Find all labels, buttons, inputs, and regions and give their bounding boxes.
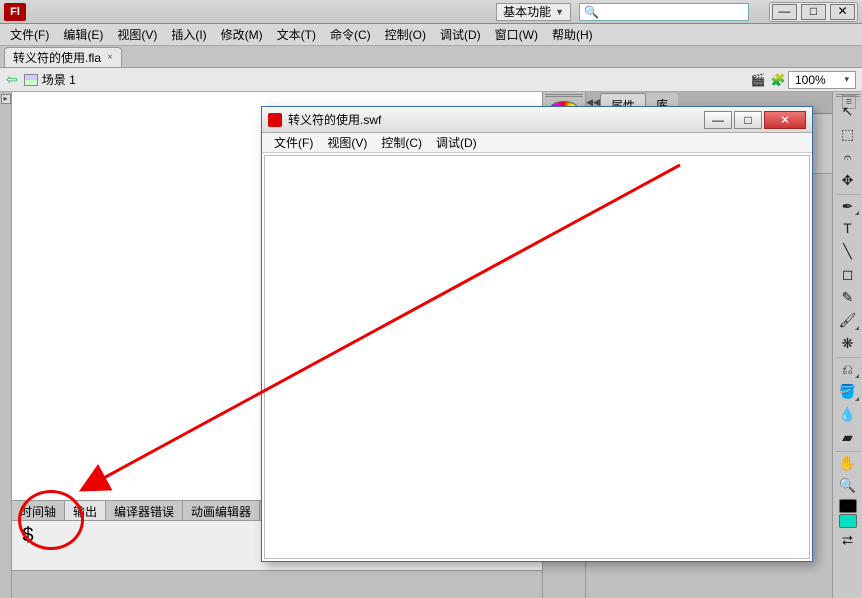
swf-titlebar[interactable]: 转义符的使用.swf — □ ✕ bbox=[262, 107, 812, 133]
maximize-button[interactable]: □ bbox=[801, 4, 826, 20]
search-icon: 🔍 bbox=[584, 5, 599, 19]
deco-tool-icon[interactable]: ❋ bbox=[836, 332, 860, 354]
tab-motion-editor[interactable]: 动画编辑器 bbox=[183, 501, 260, 520]
menu-window[interactable]: 窗口(W) bbox=[489, 24, 544, 45]
document-tab-title: 转义符的使用.fla bbox=[13, 49, 101, 66]
free-transform-tool-icon[interactable]: 𝄐 bbox=[836, 146, 860, 168]
close-icon[interactable]: × bbox=[107, 52, 113, 63]
line-tool-icon[interactable]: ╲ bbox=[836, 240, 860, 262]
text-tool-icon[interactable]: T bbox=[836, 217, 860, 239]
minimize-button[interactable]: — bbox=[772, 4, 797, 20]
menu-commands[interactable]: 命令(C) bbox=[324, 24, 377, 45]
swf-preview-window[interactable]: 转义符的使用.swf — □ ✕ 文件(F) 视图(V) 控制(C) 调试(D) bbox=[261, 106, 813, 562]
window-controls: — □ ✕ bbox=[769, 2, 858, 22]
swf-menu-debug[interactable]: 调试(D) bbox=[430, 133, 483, 152]
menu-view[interactable]: 视图(V) bbox=[111, 24, 163, 45]
menu-debug[interactable]: 调试(D) bbox=[434, 24, 487, 45]
document-tab-row: 转义符的使用.fla × bbox=[0, 46, 862, 68]
tab-timeline[interactable]: 时间轴 bbox=[12, 501, 65, 520]
menu-file[interactable]: 文件(F) bbox=[4, 24, 55, 45]
fill-color-swatch[interactable] bbox=[839, 514, 857, 528]
main-menubar: 文件(F) 编辑(E) 视图(V) 插入(I) 修改(M) 文本(T) 命令(C… bbox=[0, 24, 862, 46]
search-input[interactable]: 🔍 bbox=[579, 3, 749, 21]
swf-menu-view[interactable]: 视图(V) bbox=[321, 133, 373, 152]
tab-output[interactable]: 输出 bbox=[65, 501, 106, 520]
workspace-dropdown[interactable]: 基本功能 ▼ bbox=[496, 3, 571, 21]
bone-tool-icon[interactable]: ⎌ bbox=[836, 357, 860, 379]
eyedropper-tool-icon[interactable]: 💧 bbox=[836, 403, 860, 425]
menu-help[interactable]: 帮助(H) bbox=[546, 24, 599, 45]
swap-colors-icon[interactable]: ⮂ bbox=[836, 529, 860, 551]
swf-canvas bbox=[264, 155, 810, 559]
eraser-tool-icon[interactable]: ▰ bbox=[836, 426, 860, 448]
scene-label[interactable]: 场景 1 bbox=[42, 71, 76, 88]
status-bar bbox=[12, 570, 542, 598]
workspace-label: 基本功能 bbox=[503, 3, 551, 20]
subselection-tool-icon[interactable]: ⬚ bbox=[836, 123, 860, 145]
hand-tool-icon[interactable]: ✋ bbox=[836, 451, 860, 473]
selection-tool-icon[interactable]: ↖ bbox=[836, 100, 860, 122]
edit-bar: ⇦ 场景 1 🎬 🧩 100% ▾ bbox=[0, 68, 862, 92]
lasso-tool-icon[interactable]: ✥ bbox=[836, 169, 860, 191]
flash-logo: Fl bbox=[4, 3, 26, 21]
tab-compiler-errors[interactable]: 编译器错误 bbox=[106, 501, 183, 520]
swf-menu-file[interactable]: 文件(F) bbox=[268, 133, 319, 152]
paint-bucket-tool-icon[interactable]: 🪣 bbox=[836, 380, 860, 402]
back-arrow-icon[interactable]: ⇦ bbox=[6, 71, 18, 88]
collapse-left-icon[interactable]: ▸ bbox=[1, 94, 11, 104]
close-button[interactable]: ✕ bbox=[830, 4, 855, 20]
swf-menu-control[interactable]: 控制(C) bbox=[375, 133, 428, 152]
left-dock-strip[interactable]: ▸ bbox=[0, 92, 12, 598]
tools-panel: ↖ ⬚ 𝄐 ✥ ✒ T ╲ ◻ ✎ 🖌 ❋ ⎌ 🪣 💧 ▰ ✋ 🔍 ⮂ bbox=[832, 92, 862, 598]
app-titlebar: Fl 基本功能 ▼ 🔍 — □ ✕ bbox=[0, 0, 862, 24]
menu-insert[interactable]: 插入(I) bbox=[165, 24, 212, 45]
grip-icon[interactable] bbox=[545, 94, 583, 97]
edit-scene-icon[interactable]: 🎬 bbox=[750, 72, 766, 88]
pen-tool-icon[interactable]: ✒ bbox=[836, 194, 860, 216]
stroke-color-swatch[interactable] bbox=[839, 499, 857, 513]
swf-maximize-button[interactable]: □ bbox=[734, 111, 762, 129]
swf-minimize-button[interactable]: — bbox=[704, 111, 732, 129]
chevron-down-icon: ▼ bbox=[555, 7, 564, 17]
edit-symbol-icon[interactable]: 🧩 bbox=[770, 72, 786, 88]
swf-icon bbox=[268, 113, 282, 127]
swf-close-button[interactable]: ✕ bbox=[764, 111, 806, 129]
swf-menubar: 文件(F) 视图(V) 控制(C) 调试(D) bbox=[262, 133, 812, 153]
zoom-value: 100% bbox=[795, 73, 826, 87]
document-tab[interactable]: 转义符的使用.fla × bbox=[4, 47, 122, 67]
menu-control[interactable]: 控制(O) bbox=[379, 24, 432, 45]
menu-edit[interactable]: 编辑(E) bbox=[57, 24, 109, 45]
rectangle-tool-icon[interactable]: ◻ bbox=[836, 263, 860, 285]
scene-icon bbox=[24, 74, 38, 86]
zoom-tool-icon[interactable]: 🔍 bbox=[836, 474, 860, 496]
menu-text[interactable]: 文本(T) bbox=[271, 24, 322, 45]
brush-tool-icon[interactable]: 🖌 bbox=[836, 309, 860, 331]
chevron-down-icon: ▾ bbox=[844, 74, 849, 85]
pencil-tool-icon[interactable]: ✎ bbox=[836, 286, 860, 308]
menu-modify[interactable]: 修改(M) bbox=[215, 24, 269, 45]
zoom-dropdown[interactable]: 100% ▾ bbox=[788, 71, 856, 89]
swf-title-text: 转义符的使用.swf bbox=[288, 111, 702, 128]
